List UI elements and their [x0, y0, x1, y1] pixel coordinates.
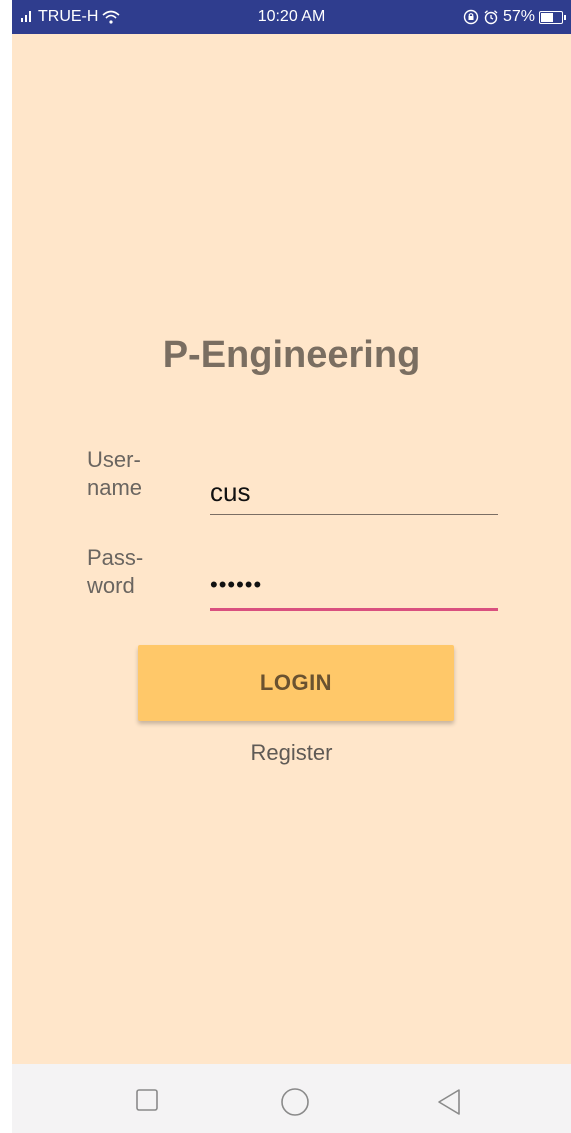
- battery-icon: [539, 10, 566, 24]
- triangle-back-icon[interactable]: [436, 1088, 462, 1121]
- password-value: ••••••: [210, 572, 263, 597]
- register-link-label: Register: [250, 740, 333, 765]
- circle-home-icon[interactable]: [280, 1088, 310, 1123]
- password-label-text: Pass- word: [87, 545, 144, 598]
- login-button-label: LOGIN: [259, 670, 333, 695]
- lock-rotate-icon: [463, 9, 479, 25]
- password-label: Pass- word: [87, 544, 143, 600]
- login-screen: P-Engineering User- name cus Pass- word …: [12, 34, 571, 1064]
- username-label: User- name: [87, 446, 142, 502]
- username-value: cus: [210, 477, 251, 507]
- username-label-text: User- name: [87, 447, 143, 500]
- register-link[interactable]: Register: [12, 740, 571, 766]
- app-title: P-Engineering: [162, 334, 421, 376]
- alarm-icon: [483, 9, 499, 25]
- login-button[interactable]: LOGIN: [138, 645, 454, 721]
- password-field[interactable]: ••••••: [210, 568, 498, 611]
- navigation-bar: [12, 1064, 571, 1133]
- username-field[interactable]: cus: [210, 474, 498, 515]
- status-bar: TRUE-H 10:20 AM 57%: [12, 0, 571, 34]
- square-recents-icon[interactable]: [135, 1088, 159, 1117]
- battery-percent: 57%: [502, 8, 535, 25]
- status-right: 57%: [463, 8, 566, 26]
